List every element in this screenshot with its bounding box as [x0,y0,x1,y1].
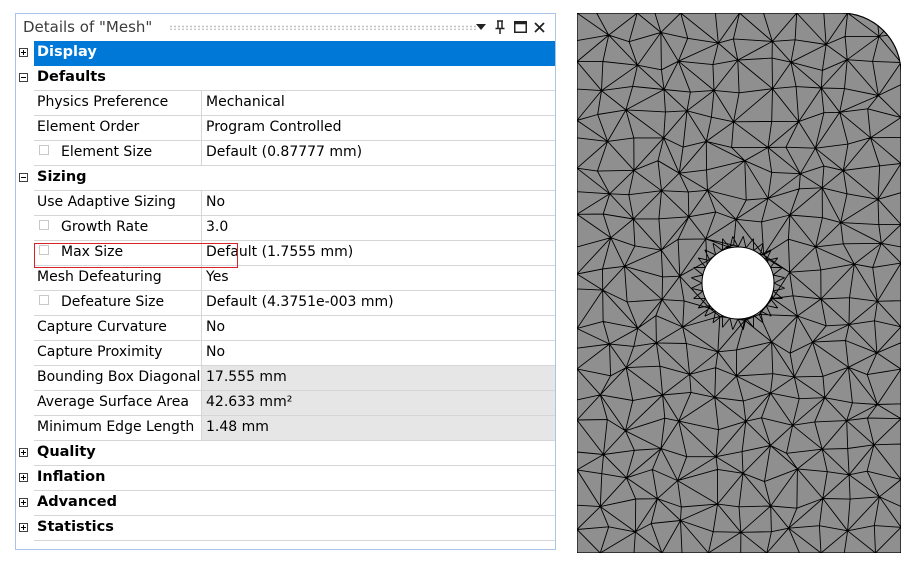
row-capture-curvature[interactable]: Capture Curvature No [16,316,555,341]
row-mesh-defeaturing[interactable]: Mesh Defeaturing Yes [16,266,555,291]
close-icon [533,21,545,33]
property-label: Bounding Box Diagonal [37,369,201,385]
category-label: Inflation [37,469,106,485]
property-value-readonly: 17.555 mm [202,366,555,391]
property-label: Growth Rate [61,219,149,235]
expand-plus-icon[interactable] [19,48,28,57]
triangle-down-icon [476,24,486,30]
category-label: Sizing [37,169,87,185]
row-use-adaptive-sizing[interactable]: Use Adaptive Sizing No [16,191,555,216]
expand-plus-icon[interactable] [19,498,28,507]
mesh-hole [701,246,775,320]
row-growth-rate[interactable]: Growth Rate 3.0 [16,216,555,241]
expand-plus-icon[interactable] [19,523,28,532]
row-bounding-box-diagonal: Bounding Box Diagonal 17.555 mm [16,366,555,391]
property-value-readonly: 1.48 mm [202,416,555,441]
parameter-checkbox[interactable] [39,220,49,230]
row-average-surface-area: Average Surface Area 42.633 mm² [16,391,555,416]
panel-titlebar[interactable]: Details of "Mesh" [16,14,555,40]
property-value[interactable]: Yes [202,266,555,291]
property-label: Capture Curvature [37,319,167,335]
property-value[interactable]: Default (0.87777 mm) [202,141,555,166]
category-label: Advanced [37,494,117,510]
category-label: Quality [37,444,96,460]
category-label: Display [37,44,97,60]
property-value[interactable]: Default (1.7555 mm) [202,241,555,266]
property-label: Use Adaptive Sizing [37,194,176,210]
property-label: Mesh Defeaturing [37,269,162,285]
parameter-checkbox[interactable] [39,295,49,305]
pin-button[interactable] [491,17,509,37]
maximize-icon [513,21,527,33]
row-defeature-size[interactable]: Defeature Size Default (4.3751e-003 mm) [16,291,555,316]
details-grid: Display Defaults Physics Preference Mech… [16,41,555,541]
row-element-order[interactable]: Element Order Program Controlled [16,116,555,141]
category-statistics[interactable]: Statistics [16,516,555,541]
pin-icon [495,20,505,34]
property-label: Minimum Edge Length [37,419,195,435]
category-label: Defaults [37,69,106,85]
row-physics-preference[interactable]: Physics Preference Mechanical [16,91,555,116]
expand-plus-icon[interactable] [19,473,28,482]
property-label: Physics Preference [37,94,169,110]
category-inflation[interactable]: Inflation [16,466,555,491]
category-sizing[interactable]: Sizing [16,166,555,191]
row-minimum-edge-length: Minimum Edge Length 1.48 mm [16,416,555,441]
mesh-viewport[interactable] [577,13,901,553]
category-defaults[interactable]: Defaults [16,66,555,91]
details-panel: Details of "Mesh" Display Defaults Physi… [15,13,556,550]
dropdown-menu-button[interactable] [472,17,490,37]
maximize-button[interactable] [511,17,529,37]
parameter-checkbox[interactable] [39,245,49,255]
property-value[interactable]: Mechanical [202,91,555,116]
category-display[interactable]: Display [16,41,555,66]
property-label: Defeature Size [61,294,165,310]
row-capture-proximity[interactable]: Capture Proximity No [16,341,555,366]
parameter-checkbox[interactable] [39,145,49,155]
category-advanced[interactable]: Advanced [16,491,555,516]
property-value[interactable]: Program Controlled [202,116,555,141]
category-quality[interactable]: Quality [16,441,555,466]
collapse-minus-icon[interactable] [19,73,28,82]
property-label: Average Surface Area [37,394,189,410]
property-value[interactable]: No [202,191,555,216]
panel-title: Details of "Mesh" [23,18,153,36]
close-button[interactable] [530,17,548,37]
property-label: Capture Proximity [37,344,163,360]
property-value-readonly: 42.633 mm² [202,391,555,416]
drag-grip[interactable] [169,25,477,30]
expand-plus-icon[interactable] [19,448,28,457]
property-value[interactable]: No [202,341,555,366]
row-max-size[interactable]: Max Size Default (1.7555 mm) [16,241,555,266]
property-value[interactable]: No [202,316,555,341]
property-label: Max Size [61,244,124,260]
property-label: Element Order [37,119,140,135]
row-element-size[interactable]: Element Size Default (0.87777 mm) [16,141,555,166]
growth-rate-input[interactable]: 3.0 [202,216,555,241]
property-value[interactable]: Default (4.3751e-003 mm) [202,291,555,316]
collapse-minus-icon[interactable] [19,173,28,182]
property-label: Element Size [61,144,153,160]
category-label: Statistics [37,519,114,535]
